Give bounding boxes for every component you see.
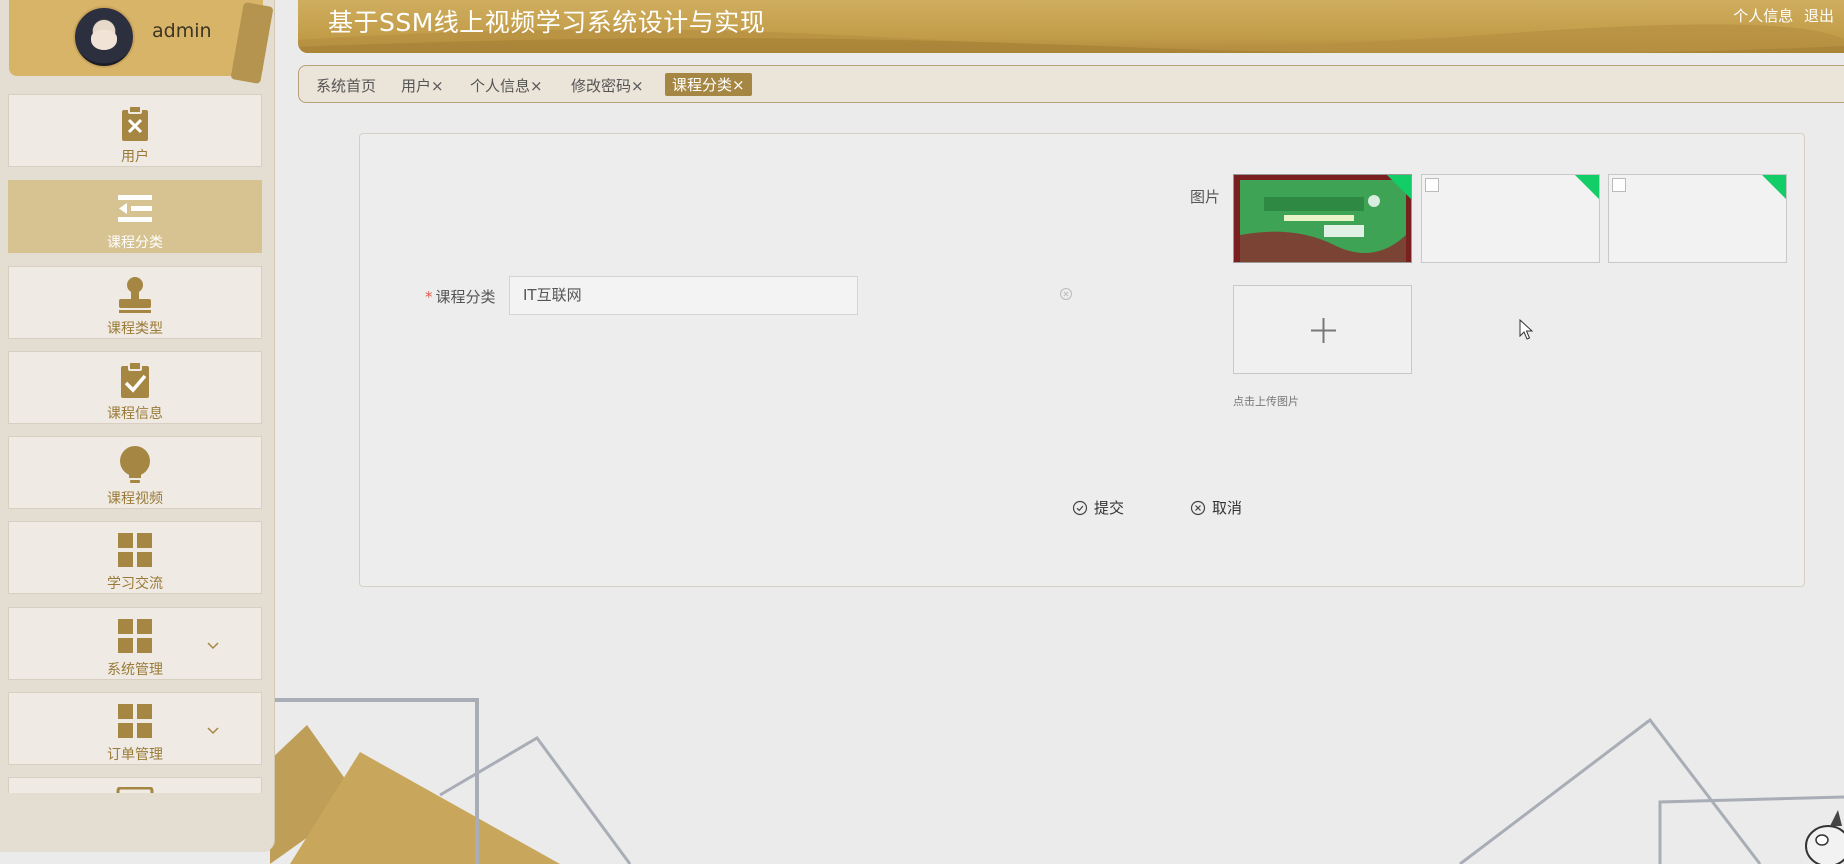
sidebar-item-label: 课程视频 [107, 491, 163, 507]
list-indent-icon [118, 195, 152, 222]
upload-tip: 点击上传图片 [1233, 395, 1299, 408]
uploaded-image[interactable] [1608, 174, 1787, 263]
chevron-down-icon[interactable] [207, 642, 219, 650]
close-circle-icon [1190, 500, 1206, 515]
sidebar-item-course-category[interactable]: 课程分类 [8, 180, 262, 253]
course-category-form: * 课程分类 IT互联网 图片 点击上传图片 提交 取消 [359, 133, 1805, 587]
required-asterisk: * [425, 288, 433, 306]
mascot-icon[interactable] [1800, 806, 1844, 864]
tab-label: 系统首页 [316, 77, 377, 95]
category-input[interactable]: IT互联网 [509, 276, 858, 315]
grid-icon [118, 533, 152, 567]
tab-home[interactable]: 系统首页 [316, 75, 376, 96]
username: admin [152, 20, 212, 42]
profile-tag-decoration [230, 1, 274, 85]
sidebar-item-label: 课程信息 [107, 406, 163, 422]
broken-image-icon [1425, 178, 1439, 192]
grid-icon [118, 704, 152, 738]
uploaded-image[interactable] [1233, 174, 1412, 263]
lightbulb-icon [120, 446, 150, 483]
submit-button[interactable]: 提交 [1072, 497, 1124, 518]
sidebar-item-course-type[interactable]: 课程类型 [8, 266, 262, 339]
tab-label: 修改密码 [571, 77, 632, 95]
tab-close-icon[interactable]: × [530, 77, 543, 95]
sidebar: admin 用户 课程分类 课程类型 课程信息 课程视频 学习交流 系统管理 订… [0, 0, 275, 852]
broken-image-icon [1612, 178, 1626, 192]
logout-link[interactable]: 退出 [1804, 7, 1834, 25]
sidebar-item-label: 用户 [121, 149, 149, 165]
header-links: 个人信息 退出 [1727, 5, 1834, 26]
tab-bar: 系统首页 用户× 个人信息× 修改密码× 课程分类× [298, 65, 1844, 103]
sidebar-item-label: 课程分类 [107, 235, 163, 251]
sidebar-item-label: 课程类型 [107, 321, 163, 337]
clear-icon[interactable] [1059, 287, 1073, 301]
sidebar-item-order-management[interactable]: 订单管理 [8, 692, 262, 765]
app-header: 基于SSM线上视频学习系统设计与实现 个人信息 退出 [298, 0, 1844, 53]
profile-link[interactable]: 个人信息 [1733, 7, 1793, 25]
tab-change-password[interactable]: 修改密码× [571, 75, 644, 96]
sidebar-item-users[interactable]: 用户 [8, 94, 262, 167]
clipboard-x-icon [122, 105, 148, 141]
success-corner [1386, 175, 1411, 200]
image-label: 图片 [1190, 188, 1221, 206]
sidebar-item-course-info[interactable]: 课程信息 [8, 351, 262, 424]
tab-close-icon[interactable]: × [431, 77, 444, 95]
sidebar-item-learning-exchange[interactable]: 学习交流 [8, 521, 262, 594]
tab-course-category[interactable]: 课程分类× [665, 73, 752, 96]
stamp-icon [119, 277, 151, 313]
tab-close-icon[interactable]: × [631, 77, 644, 95]
sidebar-item-course-video[interactable]: 课程视频 [8, 436, 262, 509]
submit-label: 提交 [1094, 499, 1125, 517]
avatar[interactable] [73, 6, 135, 68]
tab-label: 个人信息 [470, 77, 531, 95]
tab-close-icon[interactable]: × [732, 76, 745, 94]
cancel-label: 取消 [1212, 499, 1243, 517]
uploaded-image[interactable] [1421, 174, 1600, 263]
category-label-text: 课程分类 [435, 288, 496, 306]
chevron-down-icon[interactable] [207, 727, 219, 735]
success-corner [1761, 175, 1786, 200]
mouse-cursor-icon [1519, 319, 1533, 340]
category-label: * 课程分类 [425, 286, 496, 307]
success-corner [1574, 175, 1599, 200]
check-circle-icon [1072, 500, 1088, 515]
tab-users[interactable]: 用户× [401, 75, 444, 96]
app-title: 基于SSM线上视频学习系统设计与实现 [328, 8, 766, 37]
grid-icon [118, 619, 152, 653]
sidebar-item-system-management[interactable]: 系统管理 [8, 607, 262, 680]
clipboard-check-icon [121, 361, 149, 398]
upload-button[interactable] [1233, 285, 1412, 374]
sidebar-item-label: 系统管理 [107, 662, 163, 678]
cancel-button[interactable]: 取消 [1190, 497, 1242, 518]
tab-profile[interactable]: 个人信息× [470, 75, 543, 96]
sidebar-item-label: 订单管理 [107, 747, 163, 763]
sidebar-footer [8, 793, 262, 851]
sidebar-item-label: 学习交流 [107, 576, 163, 592]
tab-label: 用户 [401, 77, 432, 95]
plus-icon [1311, 318, 1336, 343]
profile-panel: admin [9, 0, 274, 85]
tab-label: 课程分类 [672, 76, 733, 94]
